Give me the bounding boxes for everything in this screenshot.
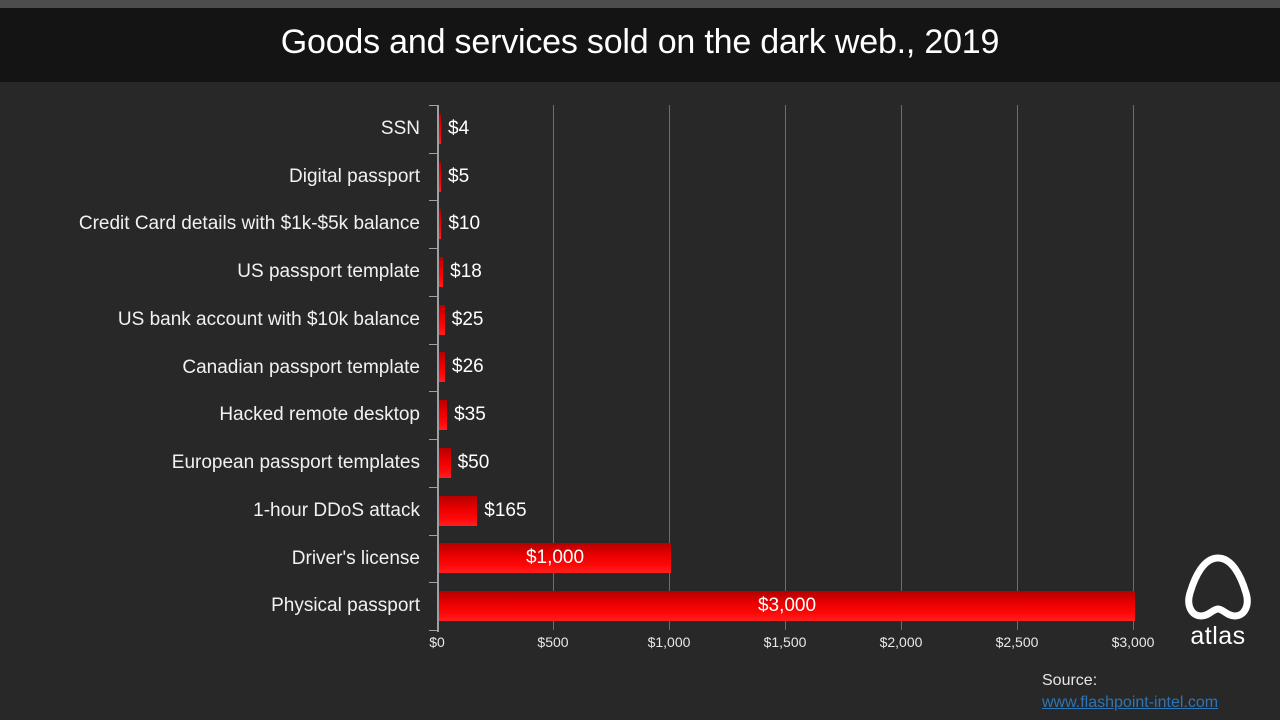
bar-row: Digital passport $5 [0,153,1280,201]
x-tick-label: $1,500 [763,634,807,650]
bar-value-label: $50 [457,451,490,473]
bar-value-label: $165 [484,499,527,521]
source-block: Source: www.flashpoint-intel.com [1042,670,1218,714]
bar-row: US bank account with $10k balance $25 [0,296,1280,344]
bar-value-label: $18 [450,261,482,283]
category-label: Physical passport [271,595,420,617]
bar-value-label: $10 [448,213,481,235]
bar-value-label: $26 [452,356,484,378]
bar[interactable] [439,447,451,478]
bar-row: Hacked remote desktop $35 [0,391,1280,439]
bar-row: Credit Card details with $1k-$5k balance… [0,200,1280,248]
page-title: Goods and services sold on the dark web.… [280,23,1000,61]
bar-value-label: $4 [448,117,470,139]
x-tick-label: $2,500 [995,634,1039,650]
category-label: SSN [380,118,420,139]
category-label: Credit Card details with $1k-$5k balance [78,213,420,235]
category-label: US passport template [237,261,420,283]
bar-value-label: $25 [451,308,484,330]
bar-row: SSN $4 [0,105,1280,153]
slide-canvas: Goods and services sold on the dark web.… [0,0,1280,720]
source-link[interactable]: www.flashpoint-intel.com [1042,692,1218,714]
source-label: Source: [1042,672,1098,689]
bar-value-label: $35 [454,404,486,426]
bar-row: 1-hour DDoS attack $165 [0,487,1280,535]
bar-value-label: $3,000 [757,595,817,617]
bar[interactable] [439,400,448,431]
axis-tick [429,630,437,631]
bar-row: Canadian passport template $26 [0,344,1280,392]
x-tick-label: $0 [429,634,445,650]
atlas-arch-icon [1185,554,1251,620]
x-tick-label: $3,000 [1111,634,1155,650]
bar-row: European passport templates $50 [0,439,1280,487]
x-tick-label: $2,000 [879,634,923,650]
atlas-logo: atlas [1168,552,1268,652]
x-tick-label: $1,000 [647,634,691,650]
category-label: 1-hour DDoS attack [253,499,420,521]
bar-value-label: $1,000 [525,547,585,569]
x-axis-tick-labels: $0 $500 $1,000 $1,500 $2,000 $2,500 $3,000 [0,634,1280,656]
category-label: European passport templates [171,452,420,474]
category-label: US bank account with $10k balance [117,308,420,330]
category-label: Canadian passport template [182,356,420,378]
x-tick-label: $500 [537,634,569,650]
bar-row: Physical passport $3,000 [0,582,1280,630]
bar-row: Driver's license $1,000 [0,535,1280,583]
bar-row: US passport template $18 [0,248,1280,296]
category-label: Driver's license [291,547,420,569]
bar-value-label: $5 [448,165,470,187]
bar[interactable] [439,495,478,526]
top-accent-strip [0,0,1280,8]
category-label: Hacked remote desktop [219,404,420,426]
category-label: Digital passport [289,165,420,187]
atlas-wordmark: atlas [1190,622,1246,650]
